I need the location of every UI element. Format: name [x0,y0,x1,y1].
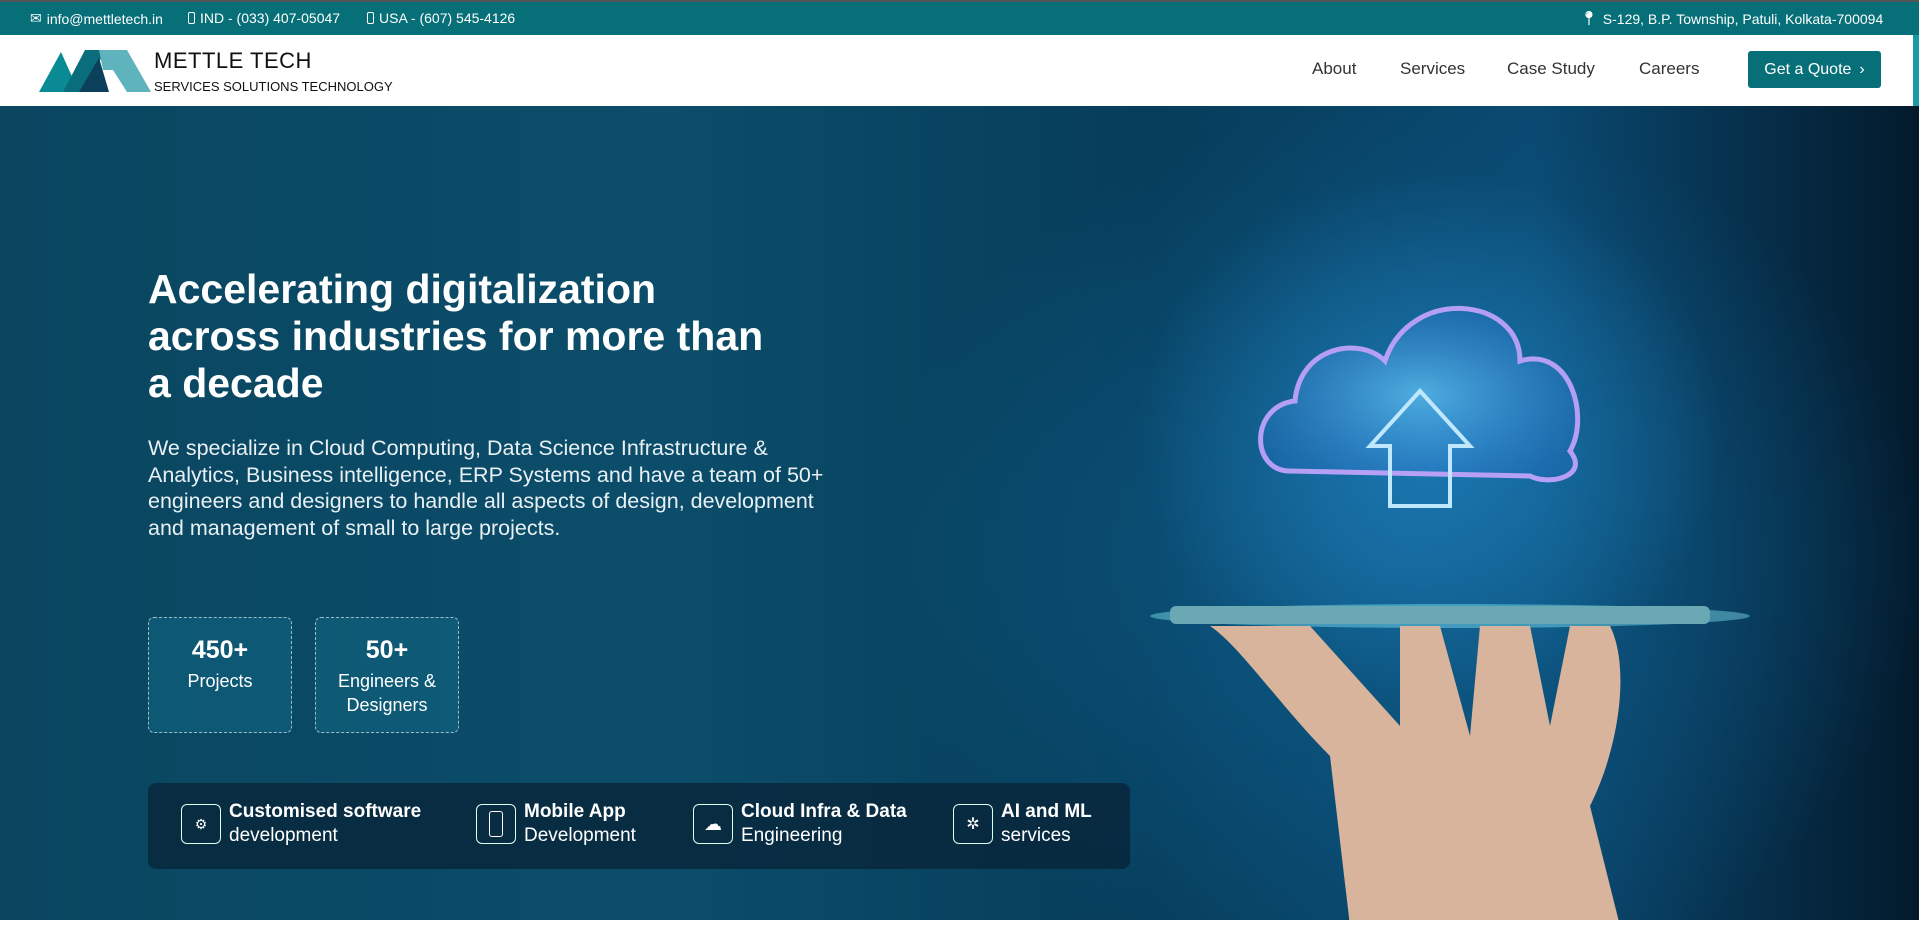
software-icon: ⚙ [181,804,221,844]
service-mobile[interactable]: Mobile App Development [476,800,636,848]
hero-heading: Accelerating digitalization across indus… [148,266,764,406]
stat-value: 450+ [191,636,249,664]
service-title: Cloud Infra & Data [741,801,907,822]
logo-icon[interactable] [39,48,151,94]
get-quote-button[interactable]: Get a Quote › [1748,51,1881,88]
service-title: Customised software [229,801,422,822]
service-subtitle: Engineering [741,825,843,846]
phone-ind-text[interactable]: IND - (033) 407-05047 [200,10,340,26]
nav-services[interactable]: Services [1400,59,1465,79]
nav-case-study[interactable]: Case Study [1507,59,1595,79]
service-subtitle: services [1001,825,1071,846]
cloud-on-phone-illustration [1150,306,1750,920]
address: 📍︎ S-129, B.P. Township, Patuli, Kolkata-… [1580,10,1883,27]
nav-careers[interactable]: Careers [1639,59,1699,79]
stat-projects: 450+ Projects [148,617,292,733]
hero-description: We specialize in Cloud Computing, Data S… [148,436,824,540]
nav-about[interactable]: About [1312,59,1356,79]
brand-name: METTLE TECH [154,48,312,73]
email-link[interactable]: ✉ info@mettletech.in [30,10,163,27]
envelope-icon: ✉ [30,10,42,26]
mobile-icon [188,12,195,24]
phone-usa-text[interactable]: USA - (607) 545-4126 [379,10,515,26]
service-subtitle: development [229,825,338,846]
service-software[interactable]: ⚙ Customised software development [181,800,421,848]
hero-section: Accelerating digitalization across indus… [0,106,1919,920]
stat-value: 50+ [365,636,409,664]
page-bottom-strip [0,920,1919,936]
phone-usa[interactable]: USA - (607) 545-4126 [367,10,515,26]
brand-tagline: SERVICES SOLUTIONS TECHNOLOGY [154,79,393,94]
service-ai-ml[interactable]: ✲ AI and ML services [953,800,1092,848]
map-pin-icon: 📍︎ [1580,10,1598,26]
service-subtitle: Development [524,825,636,846]
mobile-icon [476,804,516,844]
address-text: S-129, B.P. Township, Patuli, Kolkata-70… [1602,10,1884,27]
stat-label: Engineers & Designers [337,671,437,715]
services-bar: ⚙ Customised software development Mobile … [148,783,1130,869]
phone-ind[interactable]: IND - (033) 407-05047 [188,10,340,26]
brain-icon: ✲ [953,804,993,844]
service-cloud[interactable]: ☁ Cloud Infra & Data Engineering [693,800,907,848]
stat-engineers: 50+ Engineers & Designers [315,617,459,733]
scrollbar[interactable] [1913,35,1919,106]
mobile-icon [367,12,374,24]
stat-label: Projects [187,671,253,691]
get-quote-label: Get a Quote [1764,60,1852,78]
site-header: METTLE TECH SERVICES SOLUTIONS TECHNOLOG… [0,35,1913,106]
email-text[interactable]: info@mettletech.in [47,11,163,27]
cloud-icon: ☁ [693,804,733,844]
top-contact-bar: ✉ info@mettletech.in IND - (033) 407-0504… [0,0,1919,35]
service-title: Mobile App [524,801,626,822]
service-title: AI and ML [1001,801,1092,822]
chevron-right-icon: › [1859,60,1865,78]
